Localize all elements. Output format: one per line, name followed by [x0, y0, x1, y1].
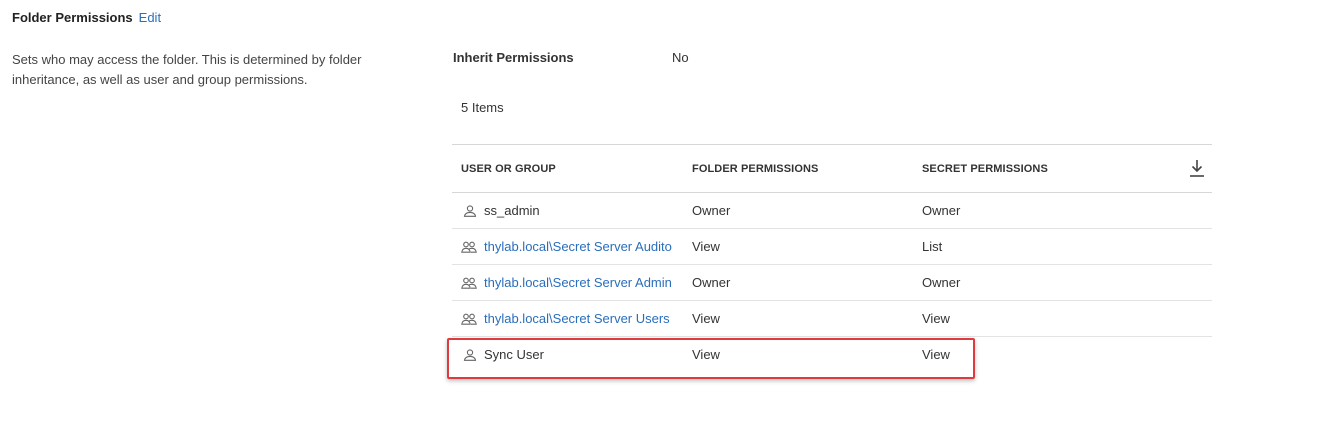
section-header: Folder Permissions Edit: [12, 10, 161, 25]
group-icon: [461, 241, 477, 253]
inherit-permissions-value: No: [672, 50, 689, 65]
user-or-group-cell: Sync User: [461, 337, 683, 372]
section-title: Folder Permissions: [12, 10, 133, 25]
table-row[interactable]: Sync User View View: [452, 337, 1212, 372]
folder-permission-cell: Owner: [692, 275, 731, 290]
user-name: ss_admin: [484, 203, 540, 218]
group-icon: [461, 277, 477, 289]
user-name: Sync User: [484, 347, 544, 362]
items-count: 5 Items: [461, 100, 504, 115]
user-or-group-cell: thylab.local\Secret Server Users: [461, 301, 683, 336]
inherit-permissions-label: Inherit Permissions: [453, 50, 574, 65]
user-icon: [463, 348, 477, 361]
user-icon: [463, 204, 477, 217]
folder-permissions-page: Folder Permissions Edit Sets who may acce…: [0, 0, 1319, 423]
table-row[interactable]: thylab.local\Secret Server Admin Owner O…: [452, 265, 1212, 301]
table-row[interactable]: ss_admin Owner Owner: [452, 193, 1212, 229]
secret-permission-cell: Owner: [922, 203, 961, 218]
table-row[interactable]: thylab.local\Secret Server Audito View L…: [452, 229, 1212, 265]
folder-permission-cell: View: [692, 239, 720, 254]
permissions-table: USER OR GROUP FOLDER PERMISSIONS SECRET …: [452, 144, 1212, 372]
folder-permission-cell: View: [692, 347, 720, 362]
folder-permission-cell: Owner: [692, 203, 731, 218]
secret-permission-cell: View: [922, 311, 950, 326]
edit-link[interactable]: Edit: [139, 10, 161, 25]
folder-permission-cell: View: [692, 311, 720, 326]
group-name-link[interactable]: thylab.local\Secret Server Admin: [484, 275, 672, 290]
secret-permission-cell: View: [922, 347, 950, 362]
user-or-group-cell: thylab.local\Secret Server Audito: [461, 229, 683, 264]
user-or-group-cell: thylab.local\Secret Server Admin: [461, 265, 683, 300]
secret-permission-cell: List: [922, 239, 943, 254]
column-header-folder-permissions[interactable]: FOLDER PERMISSIONS: [692, 145, 912, 192]
column-header-user-or-group[interactable]: USER OR GROUP: [461, 145, 683, 192]
group-name-link[interactable]: thylab.local\Secret Server Audito: [484, 239, 672, 254]
user-or-group-cell: ss_admin: [461, 193, 683, 228]
download-icon[interactable]: [1186, 157, 1208, 179]
secret-permission-cell: Owner: [922, 275, 961, 290]
column-header-secret-permissions[interactable]: SECRET PERMISSIONS: [922, 145, 1152, 192]
table-header-row: USER OR GROUP FOLDER PERMISSIONS SECRET …: [452, 144, 1212, 193]
section-description: Sets who may access the folder. This is …: [12, 52, 362, 87]
group-icon: [461, 313, 477, 325]
group-name-link[interactable]: thylab.local\Secret Server Users: [484, 311, 670, 326]
table-row[interactable]: thylab.local\Secret Server Users View Vi…: [452, 301, 1212, 337]
